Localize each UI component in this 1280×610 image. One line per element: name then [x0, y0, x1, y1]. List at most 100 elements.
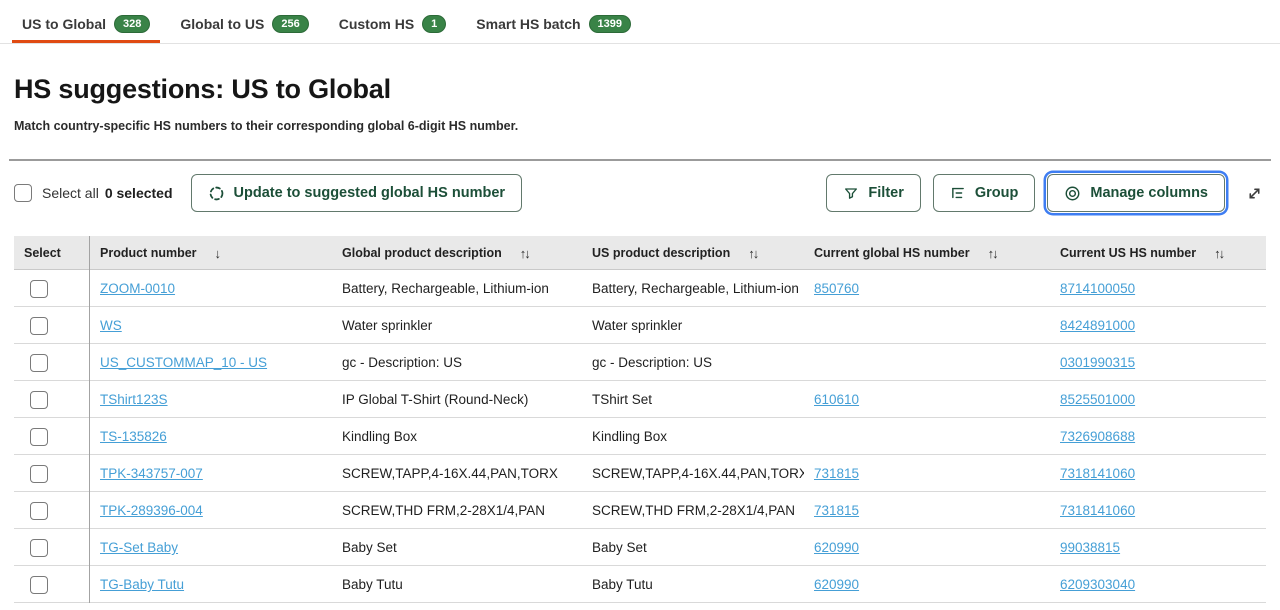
- row-select-cell: [14, 492, 90, 529]
- global-description-cell: gc - Description: US: [332, 344, 582, 381]
- current-global-hs-cell: 850760: [804, 270, 1050, 307]
- tab-count-badge: 256: [272, 15, 308, 33]
- column-header-us-product-description[interactable]: US product description↑↓: [582, 236, 804, 270]
- global-hs-link[interactable]: 620990: [814, 577, 859, 592]
- tab-global-to-us[interactable]: Global to US 256: [170, 12, 318, 44]
- row-checkbox[interactable]: [30, 391, 48, 409]
- row-checkbox[interactable]: [30, 428, 48, 446]
- product-number-cell: TShirt123S: [90, 381, 332, 418]
- hs-suggestions-table: SelectProduct number↓Global product desc…: [14, 236, 1266, 603]
- current-us-hs-cell: 7318141060: [1050, 492, 1266, 529]
- update-button-label: Update to suggested global HS number: [234, 185, 506, 201]
- product-number-link[interactable]: TG-Set Baby: [100, 540, 178, 555]
- current-us-hs-cell: 8714100050: [1050, 270, 1266, 307]
- tab-label: US to Global: [22, 16, 106, 32]
- column-header-product-number[interactable]: Product number↓: [90, 236, 332, 270]
- expand-table-button[interactable]: [1243, 182, 1266, 205]
- table-row: TPK-289396-004 SCREW,THD FRM,2-28X1/4,PAN…: [14, 492, 1266, 529]
- current-us-hs-cell: 6209303040: [1050, 566, 1266, 603]
- current-global-hs-cell: 620990: [804, 566, 1050, 603]
- us-description-cell: gc - Description: US: [582, 344, 804, 381]
- us-hs-link[interactable]: 99038815: [1060, 540, 1120, 555]
- section-divider: [9, 159, 1271, 161]
- product-number-link[interactable]: TPK-343757-007: [100, 466, 203, 481]
- tab-count-badge: 1: [422, 15, 446, 33]
- global-hs-link[interactable]: 610610: [814, 392, 859, 407]
- us-description-cell: Baby Tutu: [582, 566, 804, 603]
- us-hs-link[interactable]: 8714100050: [1060, 281, 1135, 296]
- column-header-global-product-description[interactable]: Global product description↑↓: [332, 236, 582, 270]
- current-global-hs-cell: 620990: [804, 529, 1050, 566]
- current-us-hs-cell: 0301990315: [1050, 344, 1266, 381]
- row-checkbox[interactable]: [30, 539, 48, 557]
- product-number-link[interactable]: ZOOM-0010: [100, 281, 175, 296]
- row-checkbox[interactable]: [30, 502, 48, 520]
- table-row: ZOOM-0010 Battery, Rechargeable, Lithium-…: [14, 270, 1266, 307]
- row-checkbox[interactable]: [30, 576, 48, 594]
- filter-button[interactable]: Filter: [826, 174, 920, 212]
- us-hs-link[interactable]: 7318141060: [1060, 466, 1135, 481]
- sort-toggle-icon[interactable]: ↑↓: [748, 246, 757, 261]
- sort-toggle-icon[interactable]: ↑↓: [988, 246, 997, 261]
- table-row: TShirt123SIP Global T-Shirt (Round-Neck)…: [14, 381, 1266, 418]
- product-number-cell: TG-Baby Tutu: [90, 566, 332, 603]
- tab-count-badge: 1399: [589, 15, 631, 33]
- group-button[interactable]: Group: [933, 174, 1036, 212]
- table-row: US_CUSTOMMAP_10 - US gc - Description: US…: [14, 344, 1266, 381]
- global-description-cell: Baby Tutu: [332, 566, 582, 603]
- global-description-cell: Baby Set: [332, 529, 582, 566]
- current-us-hs-cell: 7318141060: [1050, 455, 1266, 492]
- us-hs-link[interactable]: 6209303040: [1060, 577, 1135, 592]
- row-select-cell: [14, 418, 90, 455]
- table-row: TPK-343757-007SCREW,TAPP,4-16X.44,PAN,TO…: [14, 455, 1266, 492]
- row-checkbox[interactable]: [30, 317, 48, 335]
- column-label: Current global HS number: [814, 246, 970, 260]
- manage-columns-button[interactable]: Manage columns: [1047, 174, 1225, 212]
- tab-count-badge: 328: [114, 15, 150, 33]
- global-description-cell: SCREW,THD FRM,2-28X1/4,PAN: [332, 492, 582, 529]
- product-number-link[interactable]: TShirt123S: [100, 392, 168, 407]
- row-checkbox[interactable]: [30, 465, 48, 483]
- product-number-link[interactable]: US_CUSTOMMAP_10 - US: [100, 355, 267, 370]
- product-number-link[interactable]: TS-135826: [100, 429, 167, 444]
- manage-columns-button-label: Manage columns: [1090, 185, 1208, 201]
- us-hs-link[interactable]: 7326908688: [1060, 429, 1135, 444]
- global-description-cell: Water sprinkler: [332, 307, 582, 344]
- global-hs-link[interactable]: 850760: [814, 281, 859, 296]
- row-select-cell: [14, 381, 90, 418]
- global-description-cell: Kindling Box: [332, 418, 582, 455]
- us-hs-link[interactable]: 8424891000: [1060, 318, 1135, 333]
- select-all-checkbox[interactable]: [14, 184, 32, 202]
- table-row: TG-Baby Tutu Baby TutuBaby Tutu 620990 6209…: [14, 566, 1266, 603]
- row-checkbox[interactable]: [30, 280, 48, 298]
- current-us-hs-cell: 99038815: [1050, 529, 1266, 566]
- product-number-link[interactable]: TG-Baby Tutu: [100, 577, 184, 592]
- product-number-link[interactable]: WS: [100, 318, 122, 333]
- sort-toggle-icon[interactable]: ↑↓: [1214, 246, 1223, 261]
- us-description-cell: TShirt Set: [582, 381, 804, 418]
- us-description-cell: Battery, Rechargeable, Lithium-ion: [582, 270, 804, 307]
- us-hs-link[interactable]: 0301990315: [1060, 355, 1135, 370]
- sort-desc-icon[interactable]: ↓: [215, 246, 220, 261]
- tab-us-to-global[interactable]: US to Global 328: [12, 12, 160, 44]
- column-header-current-global-hs-number[interactable]: Current global HS number ↑↓: [804, 236, 1050, 270]
- tab-smart-hs-batch[interactable]: Smart HS batch 1399: [466, 12, 641, 44]
- current-us-hs-cell: 8424891000: [1050, 307, 1266, 344]
- us-hs-link[interactable]: 7318141060: [1060, 503, 1135, 518]
- product-number-link[interactable]: TPK-289396-004: [100, 503, 203, 518]
- sort-toggle-icon[interactable]: ↑↓: [520, 246, 529, 261]
- global-hs-link[interactable]: 731815: [814, 503, 859, 518]
- row-select-cell: [14, 455, 90, 492]
- product-number-cell: WS: [90, 307, 332, 344]
- row-checkbox[interactable]: [30, 354, 48, 372]
- global-hs-link[interactable]: 620990: [814, 540, 859, 555]
- tab-custom-hs[interactable]: Custom HS 1: [329, 12, 457, 44]
- us-hs-link[interactable]: 8525501000: [1060, 392, 1135, 407]
- us-description-cell: Water sprinkler: [582, 307, 804, 344]
- tab-label: Smart HS batch: [476, 16, 580, 32]
- product-number-cell: TPK-289396-004: [90, 492, 332, 529]
- update-to-suggested-button[interactable]: Update to suggested global HS number: [191, 174, 523, 212]
- selected-count: 0 selected: [105, 185, 173, 201]
- column-header-current-us-hs-number[interactable]: Current US HS number↑↓: [1050, 236, 1266, 270]
- global-hs-link[interactable]: 731815: [814, 466, 859, 481]
